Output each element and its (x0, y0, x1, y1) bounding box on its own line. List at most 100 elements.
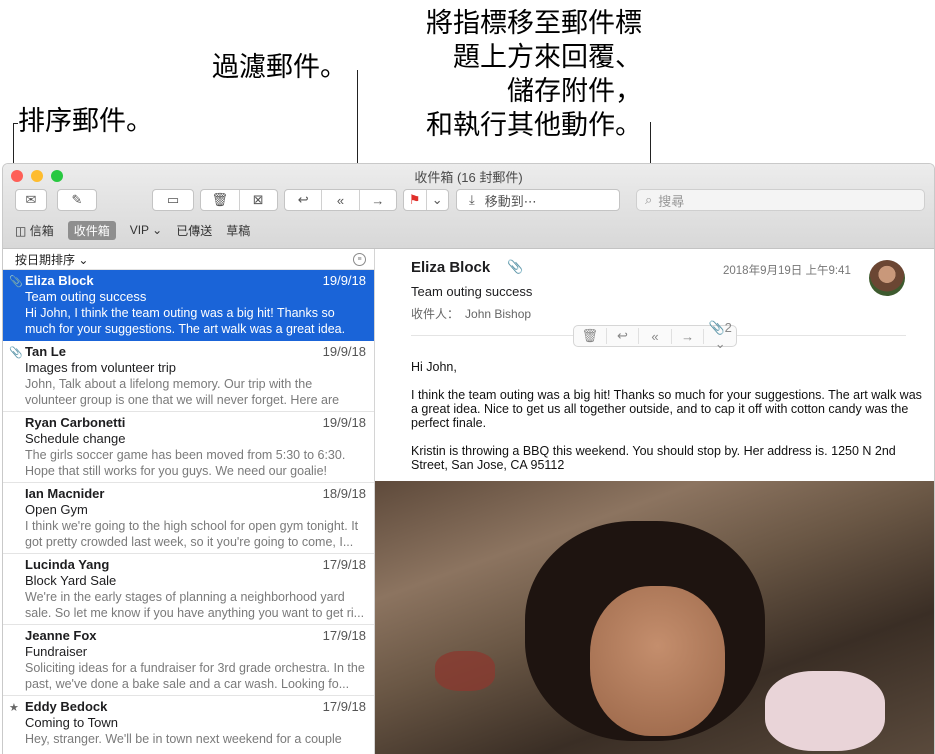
avatar (869, 260, 905, 296)
flag-icon: ⚑ (408, 192, 421, 207)
delete-button[interactable]: 🗑 (201, 190, 240, 210)
window-title: 收件箱 (16 封郵件) (414, 170, 523, 185)
reply-group: ↩ « → (284, 189, 397, 211)
body-paragraph-1: I think the team outing was a big hit! T… (411, 388, 922, 430)
compose-icon: ✎ (71, 192, 83, 207)
search-placeholder: 搜尋 (658, 193, 685, 209)
favorite-drafts[interactable]: 草稿 (226, 222, 250, 239)
flag-group: ⚑ ⌄ (403, 189, 449, 211)
flag-menu-button[interactable]: ⌄ (427, 190, 449, 210)
message-subject: Block Yard Sale (25, 573, 117, 588)
sidebar-icon: ◫ (15, 223, 27, 238)
message-preview: Hey, stranger. We'll be in town next wee… (25, 732, 342, 746)
delete-junk-group: 🗑 ⊠ (200, 189, 278, 211)
callout-sort: 排序郵件。 (18, 106, 153, 136)
forward-icon: → (371, 192, 385, 208)
hover-reply-button[interactable]: ↩ (607, 328, 640, 344)
photo-face (590, 586, 725, 736)
body-greeting: Hi John, (411, 360, 457, 374)
message-row[interactable]: ★ Eddy Bedock 17/9/18 Coming to Town Hey, st… (3, 696, 374, 754)
reply-button[interactable]: ↩ (285, 190, 323, 210)
message-preview: Soliciting ideas for a fundraiser for 3r… (25, 661, 365, 691)
message-sender: Ian Macnider (25, 486, 105, 501)
callout-hover-3: 儲存附件， (507, 76, 642, 106)
vip-star-icon: ★ (9, 702, 19, 714)
attached-photo[interactable] (375, 481, 934, 754)
sort-menu[interactable]: 按日期排序 ⌄ (15, 251, 88, 268)
favorite-inbox[interactable]: 收件箱 (67, 220, 116, 240)
message-row[interactable]: 📎 Eliza Block 19/9/18 Team outing success Hi… (3, 270, 374, 341)
message-row[interactable]: 📎 Tan Le 19/9/18 Images from volunteer trip… (3, 341, 374, 412)
message-row[interactable]: Jeanne Fox 17/9/18 Fundraiser Soliciting id… (3, 625, 374, 696)
hover-forward-button[interactable]: → (672, 328, 705, 344)
message-sender: Eddy Bedock (25, 699, 108, 714)
flag-button[interactable]: ⚑ (404, 190, 427, 210)
message-date: 18/9/18 (322, 486, 366, 501)
search-icon: ⌕ (645, 192, 653, 207)
message-sender: Eliza Block (411, 259, 491, 276)
archive-icon: ▭ (166, 192, 180, 207)
reply-all-button[interactable]: « (322, 190, 360, 210)
message-subject: Coming to Town (25, 715, 118, 730)
forward-button[interactable]: → (360, 190, 396, 210)
hover-attachments-button[interactable]: 📎2 ⌄ (704, 320, 736, 352)
message-date: 19/9/18 (322, 415, 366, 430)
favorite-sent[interactable]: 已傳送 (176, 222, 212, 239)
message-preview: The girls soccer game has been moved fro… (25, 448, 346, 478)
reply-icon: ↩ (297, 192, 309, 207)
message-row[interactable]: Lucinda Yang 17/9/18 Block Yard Sale We're … (3, 554, 374, 625)
message-date: 17/9/18 (322, 557, 366, 572)
trash-icon: 🗑 (211, 192, 228, 207)
message-row[interactable]: Ryan Carbonetti 19/9/18 Schedule change The… (3, 412, 374, 483)
reply-all-icon: « (651, 328, 659, 344)
message-subject: Team outing success (25, 289, 147, 304)
recipient-name[interactable]: John Bishop (465, 307, 531, 321)
junk-icon: ⊠ (252, 192, 264, 207)
compose-button[interactable]: ✎ (57, 189, 97, 211)
search-input[interactable]: ⌕ 搜尋 (636, 189, 925, 211)
message-subject: Schedule change (25, 431, 126, 446)
attachment-icon: 📎 (9, 276, 23, 288)
favorite-vip[interactable]: VIP ⌄ (130, 223, 163, 237)
archive-button[interactable]: ▭ (152, 189, 194, 211)
message-date: 17/9/18 (322, 628, 366, 643)
hover-delete-button[interactable]: 🗑 (574, 328, 607, 344)
hover-action-bar: 🗑 ↩ « → 📎2 ⌄ (573, 320, 737, 351)
leader-sort-tick (13, 123, 18, 124)
recipient-label: 收件人： (411, 307, 460, 321)
filter-button[interactable]: ≡ (353, 252, 366, 266)
reply-all-icon: « (336, 192, 345, 208)
callout-hover-2: 題上方來回覆、 (453, 42, 642, 72)
sort-bar: 按日期排序 ⌄ ≡ (3, 249, 374, 270)
message-body: Hi John, I think the team outing was a b… (411, 360, 922, 486)
attachment-icon: 📎 (9, 347, 23, 359)
junk-button[interactable]: ⊠ (240, 190, 278, 210)
attachment-icon: 📎 (507, 259, 524, 274)
envelope-icon: ✉ (25, 192, 37, 207)
toolbar: 收件箱 (16 封郵件) ✉ ✎ ▭ 🗑 ⊠ ↩ « → ⚑ ⌄ ⤓ 移動到⋯ … (3, 164, 934, 249)
filter-icon: ≡ (357, 255, 362, 263)
message-preview: Hi John, I think the team outing was a b… (25, 306, 346, 336)
message-date: 2018年9月19日 上午9:41 (723, 265, 851, 277)
message-sender: Ryan Carbonetti (25, 415, 126, 430)
message-sender: Lucinda Yang (25, 557, 110, 572)
get-mail-button[interactable]: ✉ (15, 189, 47, 211)
favorites-bar: ◫ 信箱 收件箱 VIP ⌄ 已傳送 草稿 (3, 219, 934, 241)
message-sender: Jeanne Fox (25, 628, 97, 643)
paperclip-icon: 📎 (708, 320, 725, 335)
callout-filter: 過濾郵件。 (212, 52, 347, 82)
hover-reply-all-button[interactable]: « (639, 328, 672, 344)
forward-icon: → (681, 328, 695, 344)
move-icon: ⤓ (469, 192, 475, 207)
message-date: 17/9/18 (322, 699, 366, 714)
message-row[interactable]: Ian Macnider 18/9/18 Open Gym I think we're… (3, 483, 374, 554)
mailboxes-button[interactable]: ◫ 信箱 (15, 222, 54, 239)
message-subject: Team outing success (411, 284, 533, 299)
message-date: 19/9/18 (322, 273, 366, 288)
reply-icon: ↩ (616, 328, 628, 343)
message-preview: John, Talk about a lifelong memory. Our … (25, 377, 340, 407)
mailboxes-label: 信箱 (29, 223, 54, 238)
message-subject: Images from volunteer trip (25, 360, 177, 375)
message-subject: Open Gym (25, 502, 88, 517)
move-to-button[interactable]: ⤓ 移動到⋯ (456, 189, 620, 211)
